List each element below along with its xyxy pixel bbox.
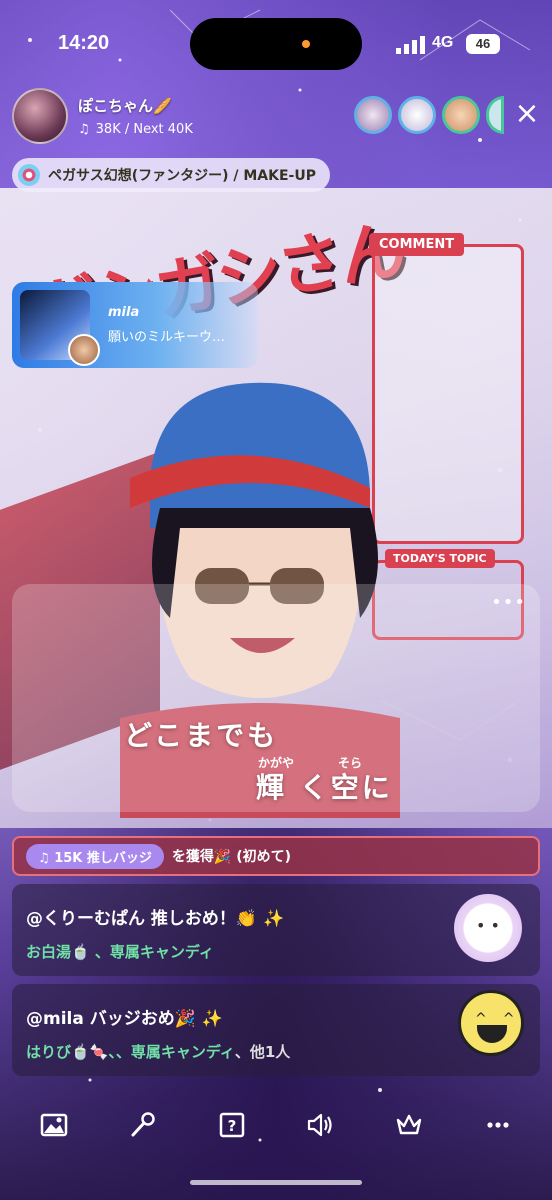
badge-chip-text: 15K 推しバッジ — [54, 850, 152, 866]
viewer-avatars[interactable] — [354, 96, 504, 134]
chat-message-title: @mila バッジおめ🎉 ✨ — [26, 1009, 224, 1029]
battery-icon: 46 — [466, 34, 500, 54]
comment-label: COMMENT — [369, 233, 465, 256]
chat-message-title: @くりーむぱん 推しおめ！👏 ✨ — [26, 909, 285, 929]
requester-avatar — [68, 334, 100, 366]
viewer-avatar[interactable] — [398, 96, 436, 134]
home-indicator — [190, 1180, 362, 1185]
requested-song: 願いのミルキーウ… — [108, 330, 226, 345]
viewer-avatar[interactable] — [354, 96, 392, 134]
now-playing-title: ペガサス幻想(ファンタジー) / MAKE-UP — [48, 168, 316, 184]
host-avatar[interactable] — [12, 88, 68, 144]
album-art — [20, 290, 100, 366]
image-icon[interactable] — [34, 1105, 74, 1145]
gift-others: 、他1人 — [234, 1043, 291, 1061]
host-level-text: 38K / Next 40K — [95, 122, 193, 137]
crown-icon[interactable] — [389, 1105, 429, 1145]
music-note-icon: ♫ — [78, 122, 90, 137]
lyrics-panel[interactable]: ••• どこまでも かがや そら 輝 く空に — [12, 584, 540, 812]
music-request-card[interactable]: mila 願いのミルキーウ… — [12, 282, 258, 368]
clock: 14:20 — [58, 32, 110, 54]
lyric-line-1: どこまでも — [124, 719, 279, 752]
question-card-icon[interactable]: ? — [212, 1105, 252, 1145]
status-bar: 14:20 4G 46 — [0, 0, 552, 80]
host-name: ぽこちゃん🥖 — [78, 97, 172, 115]
speaker-icon[interactable] — [300, 1105, 340, 1145]
signal-icon — [396, 36, 425, 54]
viewer-avatar[interactable] — [442, 96, 480, 134]
ghost-sticker-icon: • • — [454, 894, 522, 962]
disc-icon — [18, 164, 40, 186]
network-type: 4G — [432, 34, 454, 51]
more-icon[interactable]: ••• — [491, 592, 526, 613]
gift-names: はりび🍵🍬、、専属キャンディ — [26, 1043, 235, 1061]
now-playing-pill[interactable]: ペガサス幻想(ファンタジー) / MAKE-UP — [12, 158, 330, 192]
chat-message[interactable]: @くりーむぱん 推しおめ！👏 ✨ お白湯🍵 、専属キャンディ • • — [12, 884, 540, 976]
viewer-avatar[interactable] — [486, 96, 504, 134]
more-icon[interactable] — [478, 1105, 518, 1145]
bottom-toolbar: ? — [0, 1100, 552, 1150]
host-level: ♫ 38K / Next 40K — [78, 122, 193, 137]
badge-chip: ♫ 15K 推しバッジ — [26, 843, 164, 869]
topic-label: TODAY'S TOPIC — [385, 549, 495, 568]
lyric-line-2: 輝 く空に — [256, 771, 393, 804]
requester-name: mila — [108, 305, 140, 320]
privacy-dot — [302, 40, 310, 48]
host-profile[interactable]: ぽこちゃん🥖 ♫ 38K / Next 40K — [12, 88, 193, 144]
gift-names: お白湯🍵 、専属キャンディ — [26, 943, 214, 961]
svg-text:?: ? — [227, 1117, 236, 1135]
dynamic-island — [190, 18, 362, 70]
chat-message-gifts: お白湯🍵 、専属キャンディ — [26, 941, 526, 962]
badge-text: を獲得🎉 (初めて) — [171, 849, 291, 865]
close-icon[interactable]: × — [512, 99, 542, 130]
chat-message-gifts: はりび🍵🍬、、専属キャンディ、他1人 — [26, 1041, 526, 1062]
microphone-icon[interactable] — [123, 1105, 163, 1145]
chat-message[interactable]: @mila バッジおめ🎉 ✨ はりび🍵🍬、、専属キャンディ、他1人 ^^ — [12, 984, 540, 1076]
badge-announcement: ♫ 15K 推しバッジ を獲得🎉 (初めて) — [12, 836, 540, 876]
smiley-sticker-icon: ^^ — [458, 990, 524, 1056]
